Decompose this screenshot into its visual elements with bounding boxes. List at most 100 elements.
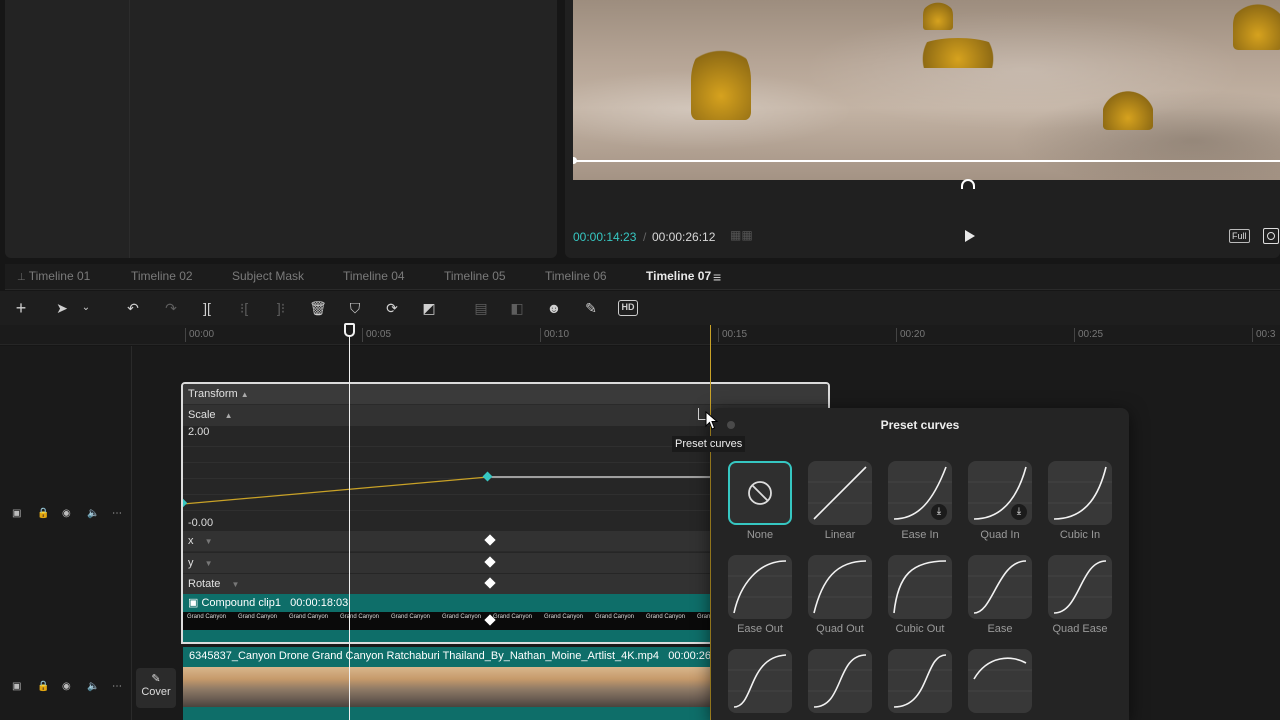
grid-icon[interactable]: ▦▦ xyxy=(730,228,753,244)
select-pointer-icon[interactable]: ➤ xyxy=(52,298,72,318)
curve-thumbnail[interactable] xyxy=(968,649,1032,713)
track-toggle-icon[interactable]: ▣ xyxy=(12,681,37,692)
curve-name: Quad Ease xyxy=(1052,623,1108,635)
play-icon[interactable] xyxy=(963,228,977,244)
auto-reframe-icon[interactable]: ◩ xyxy=(419,298,439,318)
freeze-icon[interactable]: ▤ xyxy=(471,298,491,318)
curve-preset-cubic-in[interactable]: Cubic In xyxy=(1048,461,1112,541)
collapse-icon[interactable]: ▲ xyxy=(241,390,249,399)
transform-guide-line xyxy=(573,160,1280,162)
eye-icon[interactable]: ◉ xyxy=(62,508,87,519)
curve-name: Ease xyxy=(987,623,1013,635)
download-icon[interactable]: ⤓ xyxy=(1011,504,1027,520)
tab-subject-mask[interactable]: Subject Mask xyxy=(232,264,304,290)
curve-preset-curve-11[interactable] xyxy=(728,649,792,717)
curve-thumbnail[interactable] xyxy=(808,555,872,619)
tab-menu-icon[interactable]: ≡ xyxy=(713,268,721,286)
video-frame[interactable] xyxy=(573,0,1280,180)
curve-name: Quad Out xyxy=(816,623,864,635)
curve-graph-icon xyxy=(1048,560,1112,614)
curve-preset-none[interactable]: None xyxy=(728,461,792,541)
curve-thumbnail[interactable] xyxy=(728,649,792,713)
crop-icon[interactable]: ⟳ xyxy=(382,298,402,318)
trim-right-icon[interactable]: ]⁝ xyxy=(271,298,291,318)
magic-icon[interactable]: ✎ xyxy=(581,298,601,318)
curve-thumbnail[interactable] xyxy=(728,461,792,525)
curve-preset-quad-out[interactable]: Quad Out xyxy=(808,555,872,635)
curve-preset-ease[interactable]: Ease xyxy=(968,555,1032,635)
tab-timeline-05[interactable]: Timeline 05 xyxy=(444,264,506,290)
main-video-clip[interactable]: 6345837_Canyon Drone Grand Canyon Ratcha… xyxy=(183,647,710,720)
delete-icon[interactable]: 🗑 xyxy=(308,298,328,318)
more-icon[interactable]: ⋯ xyxy=(112,681,137,692)
fullscreen-zoom-icon[interactable] xyxy=(1263,228,1279,244)
compound-icon: ▣ xyxy=(188,597,199,609)
cover-button[interactable]: ✎ Cover xyxy=(136,668,176,708)
redo-icon[interactable]: ↷ xyxy=(161,298,181,318)
tab-timeline-06[interactable]: Timeline 06 xyxy=(545,264,607,290)
lock-icon[interactable]: 🔒 xyxy=(37,681,62,692)
curve-thumbnail[interactable] xyxy=(1048,555,1112,619)
curve-thumbnail[interactable] xyxy=(808,649,872,713)
curve-thumbnail[interactable]: ⤓ xyxy=(968,461,1032,525)
rotate-handle-icon[interactable] xyxy=(961,179,975,189)
tab-timeline-01[interactable]: ⊥ Timeline 01 xyxy=(17,264,90,290)
curve-graph-icon xyxy=(808,466,872,520)
dropdown-icon[interactable]: ▼ xyxy=(231,580,239,589)
tab-timeline-02[interactable]: Timeline 02 xyxy=(131,264,193,290)
chevron-down-icon[interactable]: ⌄ xyxy=(76,298,96,318)
playhead-handle[interactable] xyxy=(344,323,355,337)
curve-name: Quad In xyxy=(980,529,1020,541)
curve-preset-ease-out[interactable]: Ease Out xyxy=(728,555,792,635)
curve-thumbnail[interactable] xyxy=(1048,461,1112,525)
audio-icon[interactable]: ◧ xyxy=(507,298,527,318)
curve-thumbnail[interactable] xyxy=(888,555,952,619)
eye-icon[interactable]: ◉ xyxy=(62,681,87,692)
curve-graph-icon xyxy=(808,560,872,614)
full-button[interactable]: Full xyxy=(1229,229,1250,243)
more-icon[interactable]: ⋯ xyxy=(112,508,137,519)
curve-graph-icon xyxy=(888,654,952,708)
curve-thumbnail[interactable]: ⤓ xyxy=(888,461,952,525)
time-ruler[interactable]: 00:00 00:05 00:10 00:15 00:20 00:25 00:3 xyxy=(0,325,1280,345)
dropdown-icon[interactable]: ▼ xyxy=(205,537,213,546)
curve-preset-cubic-out[interactable]: Cubic Out xyxy=(888,555,952,635)
transform-handle[interactable] xyxy=(573,157,577,164)
curve-graph-icon xyxy=(888,560,952,614)
split-icon[interactable]: ][ xyxy=(197,298,217,318)
dropdown-icon[interactable]: ▼ xyxy=(205,559,213,568)
ruler-tick: 00:00 xyxy=(185,328,214,342)
track-controls-main: ▣ 🔒 ◉ 🔈 ⋯ xyxy=(12,681,137,692)
curve-preset-linear[interactable]: Linear xyxy=(808,461,872,541)
tab-timeline-04[interactable]: Timeline 04 xyxy=(343,264,405,290)
collapse-icon[interactable]: ▲ xyxy=(225,411,233,420)
curve-preset-curve-12[interactable] xyxy=(808,649,872,717)
speaker-icon[interactable]: 🔈 xyxy=(87,681,112,692)
download-icon[interactable]: ⤓ xyxy=(931,504,947,520)
total-timecode: 00:00:26:12 xyxy=(652,230,716,244)
pencil-icon: ✎ xyxy=(151,673,161,685)
ruler-tick: 00:15 xyxy=(718,328,747,342)
curve-name: Ease Out xyxy=(737,623,783,635)
curve-preset-curve-13[interactable] xyxy=(888,649,952,717)
track-toggle-icon[interactable]: ▣ xyxy=(12,508,37,519)
add-icon[interactable]: + xyxy=(11,298,31,318)
lock-icon[interactable]: 🔒 xyxy=(37,508,62,519)
curve-thumbnail[interactable] xyxy=(888,649,952,713)
transform-header[interactable]: Transform ▲ xyxy=(183,384,828,404)
curve-preset-ease-in[interactable]: ⤓ Ease In xyxy=(888,461,952,541)
speaker-icon[interactable]: 🔈 xyxy=(87,508,112,519)
hd-icon[interactable]: HD xyxy=(618,300,638,316)
curve-thumbnail[interactable] xyxy=(968,555,1032,619)
curve-preset-quad-in[interactable]: ⤓ Quad In xyxy=(968,461,1032,541)
popup-title: Preset curves xyxy=(880,418,960,432)
marker-icon[interactable]: ⛉ xyxy=(345,298,365,318)
undo-icon[interactable]: ↶ xyxy=(123,298,143,318)
curve-preset-curve-14[interactable] xyxy=(968,649,1032,717)
tab-timeline-07[interactable]: Timeline 07 xyxy=(646,264,711,290)
curve-preset-quad-ease[interactable]: Quad Ease xyxy=(1048,555,1112,635)
curve-thumbnail[interactable] xyxy=(728,555,792,619)
curve-thumbnail[interactable] xyxy=(808,461,872,525)
trim-left-icon[interactable]: ⁝[ xyxy=(234,298,254,318)
person-icon[interactable]: ☻ xyxy=(544,298,564,318)
